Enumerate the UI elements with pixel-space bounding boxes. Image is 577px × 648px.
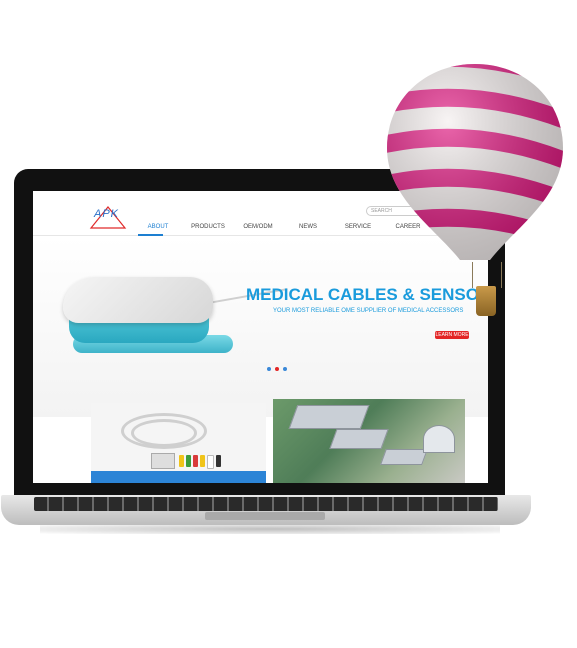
- nav-active-indicator: [138, 234, 163, 236]
- nav-news[interactable]: NEWS: [283, 224, 333, 230]
- slider-dot-2[interactable]: [275, 367, 279, 371]
- slider-dot-1[interactable]: [267, 367, 271, 371]
- lead-white: [207, 455, 214, 469]
- laptop-keyboard: [34, 497, 498, 511]
- banner-subline: YOUR MOST RELIABLE OME SUPPLIER OF MEDIC…: [273, 308, 464, 314]
- lead-green: [186, 455, 191, 467]
- pulse-oximeter-sensor-image: [63, 277, 213, 323]
- factory-building-3: [380, 449, 428, 465]
- dome-building: [423, 425, 455, 453]
- apk-logo[interactable]: APK: [88, 205, 128, 229]
- slider-dot-3[interactable]: [283, 367, 287, 371]
- nav-service[interactable]: SERVICE: [333, 224, 383, 230]
- coiled-cable-loop: [131, 419, 197, 447]
- ecg-leads-image: [179, 455, 221, 469]
- db-connector-image: [151, 453, 175, 469]
- nav-products[interactable]: PRODUCTS: [183, 224, 233, 230]
- product-card-ecg-cable[interactable]: [91, 403, 266, 483]
- slider-dots: [267, 367, 287, 371]
- factory-building-2: [329, 429, 389, 449]
- logo-text: APK: [94, 208, 120, 220]
- lead-black: [216, 455, 221, 467]
- factory-building-1: [288, 405, 370, 429]
- learn-more-button[interactable]: LEARN MORE: [435, 331, 469, 339]
- lead-yellow: [179, 455, 184, 467]
- nav-about[interactable]: ABOUT: [133, 224, 183, 230]
- balloon-basket: [476, 286, 496, 316]
- nav-oem-odm[interactable]: OEM/ODM: [233, 224, 283, 230]
- lead-yellow-2: [200, 455, 205, 467]
- balloon-ropes: [472, 262, 502, 288]
- card-caption-strip: [91, 471, 266, 483]
- laptop-trackpad: [205, 512, 325, 520]
- factory-aerial-card[interactable]: [273, 399, 465, 483]
- banner-headline: MEDICAL CABLES & SENSORS: [246, 285, 488, 304]
- lead-red: [193, 455, 198, 467]
- hot-air-balloon-image: [387, 64, 563, 260]
- laptop-shadow: [40, 524, 500, 534]
